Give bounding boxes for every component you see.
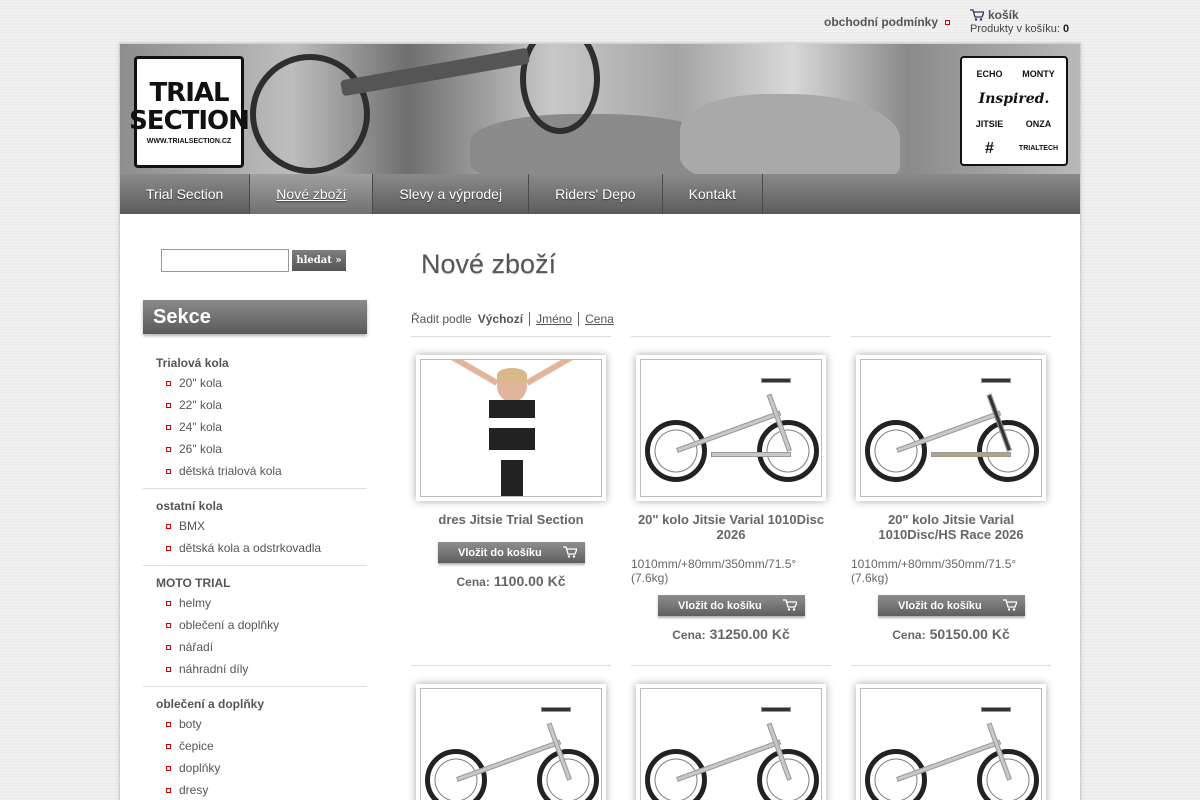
cart-label[interactable]: košík: [988, 8, 1019, 22]
product-image[interactable]: [856, 355, 1046, 501]
cart-box[interactable]: košík Produkty v košíku: 0: [970, 8, 1069, 35]
product-card: [411, 665, 611, 800]
cart-count: Produkty v košíku: 0: [970, 23, 1070, 35]
product-description: 1010mm/+80mm/350mm/71.5° (7.6kg): [851, 557, 1017, 585]
bullet-icon: [166, 787, 171, 793]
sidebar-item[interactable]: čepice: [143, 735, 367, 757]
page-frame: TRIAL SECTION WWW.TRIALSECTION.CZ ECHO M…: [119, 43, 1081, 800]
cart-icon: [1003, 599, 1017, 611]
product-card: [851, 665, 1051, 800]
bullet-icon: [166, 765, 171, 771]
bullet-icon: [166, 644, 171, 650]
product-card: dres Jitsie Trial Section Vložit do koší…: [411, 336, 611, 636]
sidebar-item[interactable]: doplňky: [143, 757, 367, 779]
bullet-icon: [166, 666, 171, 672]
sidebar-item[interactable]: dresy: [143, 779, 367, 800]
sort-bar: Řadit podle Výchozí Jméno Cena: [411, 312, 614, 326]
nav-item-new-goods[interactable]: Nové zboží: [250, 174, 374, 214]
product-name[interactable]: dres Jitsie Trial Section: [411, 512, 611, 527]
top-bar: obchodní podmínky košík Produkty v košík…: [0, 0, 1200, 44]
sidebar-title: Sekce: [143, 300, 367, 334]
sidebar-category: oblečení a doplňky boty čepice doplňky d…: [143, 687, 367, 800]
product-image[interactable]: [856, 684, 1046, 800]
sidebar-item[interactable]: 26" kola: [143, 438, 367, 460]
bullet-icon: [166, 622, 171, 628]
product-price: Cena: 31250.00 Kč: [672, 626, 790, 642]
site-logo[interactable]: TRIAL SECTION WWW.TRIALSECTION.CZ: [129, 56, 250, 168]
nav-item-sales[interactable]: Slevy a výprodej: [373, 174, 530, 214]
product-image[interactable]: [636, 355, 826, 501]
sidebar-item[interactable]: oblečení a doplňky: [143, 614, 367, 636]
sidebar: Trialová kola 20" kola 22" kola 24" kola…: [143, 346, 367, 800]
terms-link[interactable]: obchodní podmínky: [824, 15, 938, 29]
search-input[interactable]: [161, 249, 289, 272]
sidebar-category-title[interactable]: Trialová kola: [143, 354, 367, 372]
sidebar-category-title[interactable]: oblečení a doplňky: [143, 695, 367, 713]
sidebar-item[interactable]: náhradní díly: [143, 658, 367, 680]
sidebar-item[interactable]: helmy: [143, 592, 367, 614]
add-to-cart-button[interactable]: Vložit do košíku: [438, 542, 585, 563]
sponsor-monty: MONTY: [1022, 68, 1055, 79]
cart-icon: [563, 546, 577, 558]
sidebar-item[interactable]: boty: [143, 713, 367, 735]
search-button[interactable]: hledat »: [292, 250, 346, 271]
bullet-icon: [166, 721, 171, 727]
bullet-icon: [166, 468, 171, 474]
main-nav: Trial Section Nové zboží Slevy a výprode…: [120, 174, 1080, 214]
sidebar-category: ostatní kola BMX dětská kola a odstrkova…: [143, 489, 367, 566]
sponsor-echo: ECHO: [976, 68, 1003, 79]
sort-label: Řadit podle: [411, 312, 472, 326]
product-card: [631, 665, 831, 800]
sidebar-category: Trialová kola 20" kola 22" kola 24" kola…: [143, 346, 367, 489]
sponsor-trialtech: TRIALTECH: [1018, 145, 1059, 152]
sidebar-item[interactable]: 22" kola: [143, 394, 367, 416]
product-name[interactable]: 20" kolo Jitsie Varial 1010Disc 2026: [631, 512, 831, 542]
sponsor-jitsie: JITSIE: [975, 118, 1004, 129]
product-description: 1010mm/+80mm/350mm/71.5° (7.6kg): [631, 557, 797, 585]
product-image[interactable]: [416, 355, 606, 501]
product-image[interactable]: [416, 684, 606, 800]
sidebar-item[interactable]: nářadí: [143, 636, 367, 658]
nav-item-trial-section[interactable]: Trial Section: [120, 174, 251, 214]
sidebar-category-title[interactable]: MOTO TRIAL: [143, 574, 367, 592]
header-banner: TRIAL SECTION WWW.TRIALSECTION.CZ ECHO M…: [120, 44, 1080, 174]
add-to-cart-button[interactable]: Vložit do košíku: [878, 595, 1025, 616]
product-image[interactable]: [636, 684, 826, 800]
bullet-icon: [166, 743, 171, 749]
page-title: Nové zboží: [421, 249, 557, 279]
product-card: 20" kolo Jitsie Varial 1010Disc/HS Race …: [851, 336, 1051, 642]
product-price: Cena: 50150.00 Kč: [892, 626, 1010, 642]
bullet-icon: [166, 600, 171, 606]
sidebar-item[interactable]: BMX: [143, 515, 367, 537]
bullet-icon: [166, 380, 171, 386]
add-to-cart-button[interactable]: Vložit do košíku: [658, 595, 805, 616]
sponsor-inspired: Inspired.: [978, 90, 1050, 107]
sort-current: Výchozí: [478, 312, 531, 326]
bullet-icon: [166, 523, 171, 529]
sidebar-item[interactable]: dětská trialová kola: [143, 460, 367, 482]
sidebar-category-title[interactable]: ostatní kola: [143, 497, 367, 515]
bullet-icon: [166, 402, 171, 408]
product-price: Cena: 1100.00 Kč: [456, 573, 566, 589]
product-name[interactable]: 20" kolo Jitsie Varial 1010Disc/HS Race …: [851, 512, 1051, 542]
nav-item-riders-depo[interactable]: Riders' Depo: [529, 174, 663, 214]
sponsor-hash: #: [985, 139, 994, 157]
cart-icon: [783, 599, 797, 611]
sponsor-onza: ONZA: [1025, 118, 1052, 129]
nav-item-contact[interactable]: Kontakt: [663, 174, 764, 214]
product-card: 20" kolo Jitsie Varial 1010Disc 2026 101…: [631, 336, 831, 642]
bullet-icon: [945, 20, 950, 25]
cart-icon: [970, 9, 984, 21]
sidebar-item[interactable]: dětská kola a odstrkovadla: [143, 537, 367, 559]
bullet-icon: [166, 424, 171, 430]
sort-by-price-link[interactable]: Cena: [585, 312, 614, 326]
bullet-icon: [166, 446, 171, 452]
sponsor-logos: ECHO MONTY Inspired. JITSIE ONZA # TRIAL…: [960, 56, 1068, 166]
sidebar-item[interactable]: 20" kola: [143, 372, 367, 394]
sidebar-category: MOTO TRIAL helmy oblečení a doplňky nářa…: [143, 566, 367, 687]
sort-by-name-link[interactable]: Jméno: [536, 312, 580, 326]
sidebar-item[interactable]: 24" kola: [143, 416, 367, 438]
bullet-icon: [166, 545, 171, 551]
